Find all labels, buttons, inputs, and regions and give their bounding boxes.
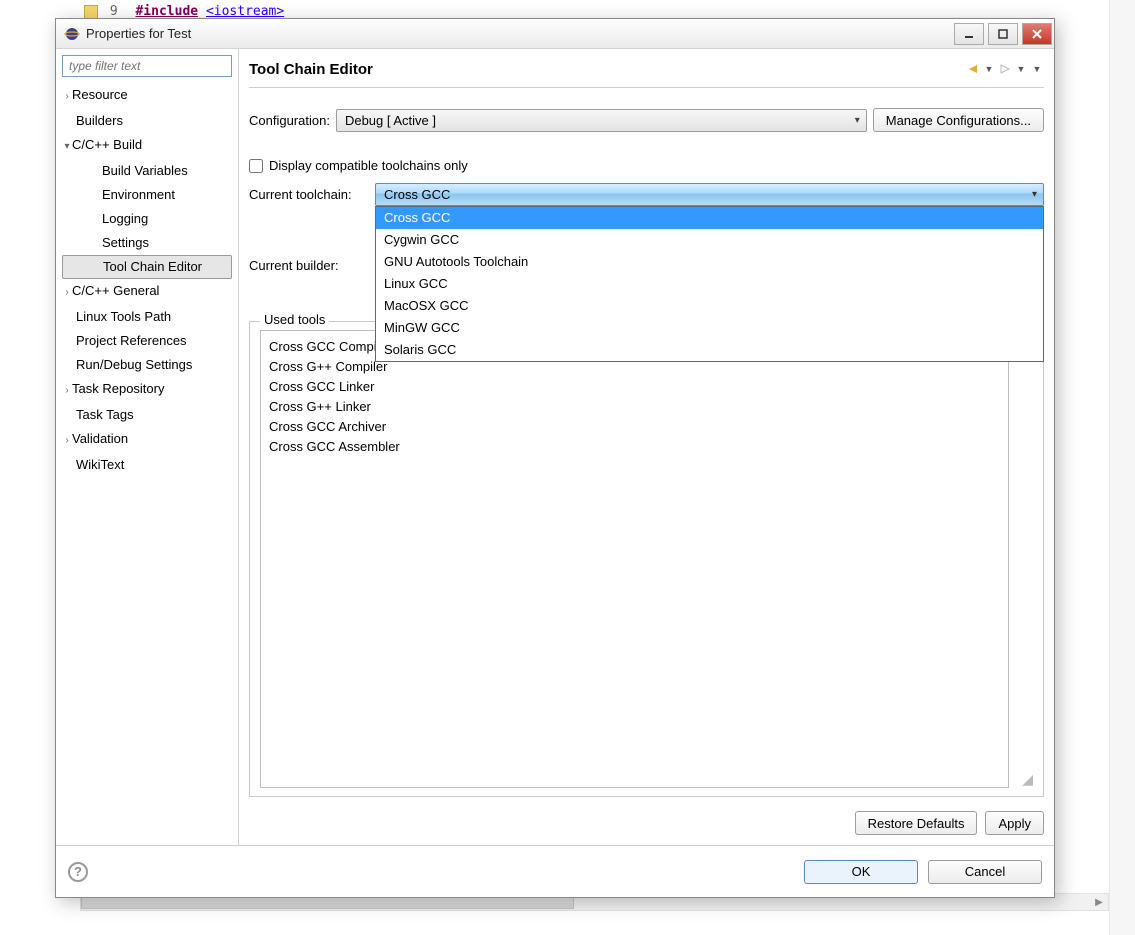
- nav-tree-item[interactable]: Run/Debug Settings: [62, 353, 232, 377]
- nav-tree-item-label: Run/Debug Settings: [76, 357, 192, 372]
- toolchain-option[interactable]: Linux GCC: [376, 273, 1043, 295]
- used-tools-list[interactable]: Cross GCC CompilerCross G++ CompilerCros…: [260, 330, 1009, 788]
- tree-arrow-icon: ›: [62, 380, 72, 402]
- properties-dialog: Properties for Test ›ResourceBuilders▾C/…: [55, 18, 1055, 898]
- manage-configurations-button[interactable]: Manage Configurations...: [873, 108, 1044, 132]
- back-menu-icon[interactable]: ▼: [982, 62, 996, 76]
- configuration-label: Configuration:: [249, 113, 330, 128]
- forward-menu-icon[interactable]: ▼: [1014, 62, 1028, 76]
- line-number: 9: [110, 4, 118, 19]
- nav-tree-item-label: WikiText: [76, 457, 124, 472]
- close-button[interactable]: [1022, 23, 1052, 45]
- nav-tree-item-label: Tool Chain Editor: [103, 259, 202, 274]
- restore-defaults-button[interactable]: Restore Defaults: [855, 811, 978, 835]
- configuration-combo[interactable]: Debug [ Active ]: [336, 109, 867, 132]
- maximize-button[interactable]: [988, 23, 1018, 45]
- tree-arrow-icon: ›: [62, 86, 72, 108]
- nav-tree-item[interactable]: Logging: [62, 207, 232, 231]
- back-icon[interactable]: [966, 62, 980, 76]
- cancel-button[interactable]: Cancel: [928, 860, 1042, 884]
- toolchain-option[interactable]: MinGW GCC: [376, 317, 1043, 339]
- current-toolchain-combo[interactable]: Cross GCC: [375, 183, 1044, 206]
- nav-tree-item-label: Linux Tools Path: [76, 309, 171, 324]
- toolchain-option[interactable]: Cross GCC: [376, 207, 1043, 229]
- nav-tree-item[interactable]: ▾C/C++ Build: [62, 133, 232, 159]
- forward-icon[interactable]: [998, 62, 1012, 76]
- display-compatible-checkbox[interactable]: [249, 159, 263, 173]
- nav-tree-item-label: C/C++ General: [72, 283, 159, 298]
- toolchain-option[interactable]: Solaris GCC: [376, 339, 1043, 361]
- nav-tree-item[interactable]: ›Resource: [62, 83, 232, 109]
- display-compatible-label: Display compatible toolchains only: [269, 158, 468, 173]
- nav-tree-item-label: Project References: [76, 333, 187, 348]
- used-tool-item[interactable]: Cross GCC Assembler: [269, 437, 1000, 457]
- configuration-value: Debug [ Active ]: [345, 113, 436, 128]
- nav-tree-item[interactable]: ›C/C++ General: [62, 279, 232, 305]
- nav-tree-item-label: Builders: [76, 113, 123, 128]
- nav-tree[interactable]: ›ResourceBuilders▾C/C++ BuildBuild Varia…: [62, 83, 232, 839]
- nav-tree-item[interactable]: Build Variables: [62, 159, 232, 183]
- nav-pane: ›ResourceBuilders▾C/C++ BuildBuild Varia…: [56, 49, 239, 845]
- nav-tree-item[interactable]: WikiText: [62, 453, 232, 477]
- content-pane: Tool Chain Editor ▼ ▼ ▼ Configuration: D…: [239, 49, 1054, 845]
- titlebar[interactable]: Properties for Test: [56, 19, 1054, 49]
- nav-tree-item[interactable]: Builders: [62, 109, 232, 133]
- nav-tree-item-label: Logging: [102, 211, 148, 226]
- nav-tree-item-label: Task Tags: [76, 407, 134, 422]
- view-menu-icon[interactable]: ▼: [1030, 62, 1044, 76]
- resize-grip-icon[interactable]: ◢: [1022, 771, 1033, 788]
- used-tool-item[interactable]: Cross G++ Linker: [269, 397, 1000, 417]
- page-title: Tool Chain Editor: [249, 61, 373, 78]
- nav-tree-item[interactable]: ›Validation: [62, 427, 232, 453]
- nav-tree-item[interactable]: Task Tags: [62, 403, 232, 427]
- nav-tree-item-label: C/C++ Build: [72, 137, 142, 152]
- nav-tree-item-label: Build Variables: [102, 163, 188, 178]
- toolchain-dropdown[interactable]: Cross GCCCygwin GCCGNU Autotools Toolcha…: [375, 206, 1044, 362]
- nav-tree-item-label: Environment: [102, 187, 175, 202]
- eclipse-icon: [64, 26, 80, 42]
- tree-arrow-icon: ›: [62, 282, 72, 304]
- nav-tree-item[interactable]: ›Task Repository: [62, 377, 232, 403]
- used-tools-fieldset: Used tools Cross GCC CompilerCross G++ C…: [249, 321, 1044, 797]
- used-tools-legend: Used tools: [260, 312, 329, 327]
- toolchain-option[interactable]: MacOSX GCC: [376, 295, 1043, 317]
- help-icon[interactable]: ?: [68, 862, 88, 882]
- nav-tree-item[interactable]: Linux Tools Path: [62, 305, 232, 329]
- used-tool-item[interactable]: Cross GCC Linker: [269, 377, 1000, 397]
- nav-tree-item-label: Task Repository: [72, 381, 164, 396]
- dialog-title: Properties for Test: [86, 26, 191, 41]
- current-toolchain-value: Cross GCC: [384, 187, 450, 202]
- header-divider: [249, 87, 1044, 88]
- current-toolchain-label: Current toolchain:: [249, 187, 369, 202]
- toolchain-option[interactable]: Cygwin GCC: [376, 229, 1043, 251]
- nav-tree-item[interactable]: Project References: [62, 329, 232, 353]
- nav-tree-item-label: Validation: [72, 431, 128, 446]
- dialog-footer: ? OK Cancel: [56, 845, 1054, 897]
- tree-arrow-icon: ›: [62, 430, 72, 452]
- apply-button[interactable]: Apply: [985, 811, 1044, 835]
- include-keyword: #include: [135, 4, 198, 19]
- nav-tree-item[interactable]: Tool Chain Editor: [62, 255, 232, 279]
- nav-tree-item-label: Resource: [72, 87, 128, 102]
- tree-arrow-icon: ▾: [62, 136, 72, 158]
- nav-tree-item[interactable]: Settings: [62, 231, 232, 255]
- header-nav-arrows: ▼ ▼ ▼: [966, 62, 1044, 76]
- background-code-line: 9 #include <iostream>: [84, 4, 284, 19]
- current-builder-label: Current builder:: [249, 258, 369, 273]
- nav-tree-item-label: Settings: [102, 235, 149, 250]
- filter-input[interactable]: [62, 55, 232, 77]
- warning-gutter-icon: [84, 5, 98, 19]
- include-header: <iostream>: [206, 4, 284, 19]
- nav-tree-item[interactable]: Environment: [62, 183, 232, 207]
- editor-right-gutter: [1109, 0, 1135, 935]
- minimize-button[interactable]: [954, 23, 984, 45]
- ok-button[interactable]: OK: [804, 860, 918, 884]
- scroll-right-arrow-icon[interactable]: ▶: [1090, 894, 1108, 910]
- toolchain-option[interactable]: GNU Autotools Toolchain: [376, 251, 1043, 273]
- used-tool-item[interactable]: Cross GCC Archiver: [269, 417, 1000, 437]
